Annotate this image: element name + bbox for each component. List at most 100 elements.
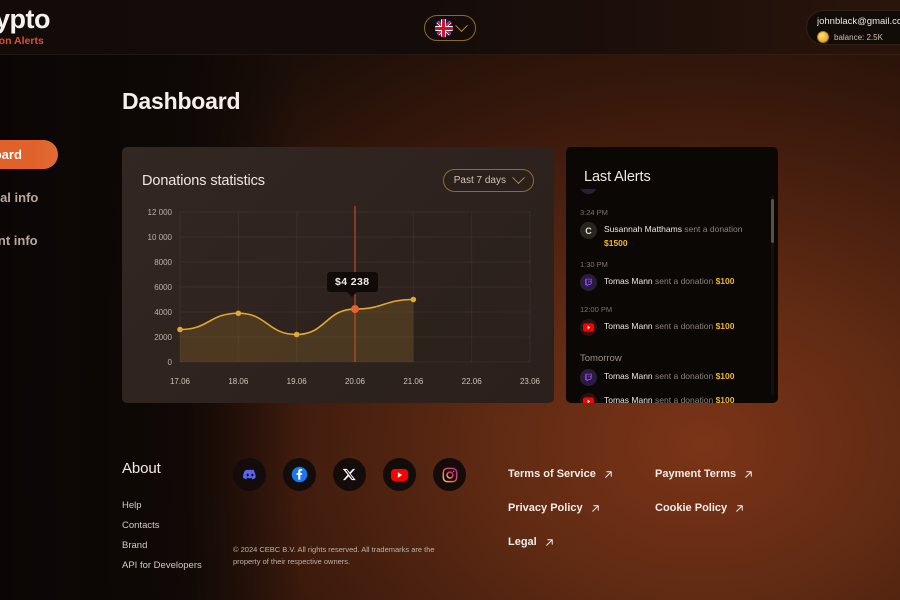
- alert-amount: $100: [716, 276, 735, 286]
- alert-donor-name: Tomas Mann: [604, 321, 653, 331]
- last-alerts-card: Last Alerts Tomas Mann sent a donation $…: [566, 147, 778, 403]
- social-link-x[interactable]: [333, 458, 366, 491]
- arrow-up-right-icon: [603, 469, 614, 480]
- donations-line-chart[interactable]: 12 00010 00080006000400020000 17.0618.06…: [122, 204, 554, 403]
- svg-text:20.06: 20.06: [345, 377, 366, 386]
- brand-logo-tagline: Donation Alerts: [0, 36, 50, 47]
- alert-item[interactable]: Tomas Mann sent a donation $100: [580, 273, 766, 295]
- dashboard-page: Crypto Donation Alerts johnblack@gmail.c…: [0, 0, 900, 600]
- legal-links-column-1: Terms of Service Privacy Policy Legal: [508, 468, 614, 570]
- alert-donor-name: Tomas Mann: [604, 395, 653, 403]
- legal-link-label: Legal: [508, 536, 537, 548]
- social-link-facebook[interactable]: [283, 458, 316, 491]
- social-link-instagram[interactable]: [433, 458, 466, 491]
- svg-text:8000: 8000: [154, 258, 172, 267]
- social-link-youtube[interactable]: [383, 458, 416, 491]
- svg-text:4000: 4000: [154, 308, 172, 317]
- legal-link-label: Terms of Service: [508, 468, 596, 480]
- alert-text: Tomas Mann sent a donation $100: [604, 273, 734, 288]
- copyright-text: © 2024 CEBC B.V. All rights reserved. Al…: [233, 544, 448, 568]
- alert-donor-name: Tomas Mann: [604, 371, 653, 381]
- alert-text: Susannah Matthams sent a donation $1500: [604, 221, 742, 250]
- alert-text: Tomas Mann sent a donation $100: [604, 392, 734, 403]
- chart-point[interactable]: [294, 332, 300, 338]
- alert-timestamp: 12:00 PM: [580, 305, 766, 314]
- alerts-scroll-area[interactable]: Tomas Mann sent a donation $100 3:24 PM CS…: [566, 189, 778, 403]
- coin-icon: [817, 31, 829, 43]
- alert-item[interactable]: Tomas Mann sent a donation $100: [580, 318, 766, 340]
- svg-text:12 000: 12 000: [148, 208, 173, 217]
- brand-logo[interactable]: Crypto Donation Alerts: [0, 6, 50, 47]
- alert-item[interactable]: Tomas Mann sent a donation $100: [580, 189, 766, 198]
- user-email: johnblack@gmail.com: [817, 16, 900, 28]
- youtube-icon: [580, 319, 597, 336]
- alert-donor-name: Tomas Mann: [604, 276, 653, 286]
- about-link[interactable]: API for Developers: [122, 560, 202, 571]
- top-bar: Crypto Donation Alerts johnblack@gmail.c…: [0, 0, 900, 55]
- alerts-scrollbar-thumb[interactable]: [771, 199, 774, 243]
- legal-link[interactable]: Privacy Policy: [508, 502, 614, 514]
- arrow-up-right-icon: [734, 503, 745, 514]
- about-link[interactable]: Help: [122, 500, 202, 511]
- alert-amount: $100: [716, 321, 735, 331]
- page-title: Dashboard: [122, 88, 240, 115]
- about-link-list: Help Contacts Brand API for Developers: [122, 500, 202, 580]
- sidebar-item-label: Dashboard: [0, 147, 22, 162]
- twitch-icon: [580, 369, 597, 386]
- legal-link[interactable]: Legal: [508, 536, 614, 548]
- svg-text:6000: 6000: [154, 283, 172, 292]
- alert-item[interactable]: Tomas Mann sent a donation $100: [580, 368, 766, 390]
- svg-text:21.06: 21.06: [403, 377, 424, 386]
- chevron-down-icon: [512, 171, 525, 184]
- sidebar: Dashboard Personal info Payment info Ale…: [0, 55, 98, 600]
- sidebar-item-label: Payment info: [0, 233, 38, 248]
- last-alerts-title: Last Alerts: [566, 147, 778, 185]
- alert-donor-name: Susannah Matthams: [604, 224, 682, 234]
- legal-link[interactable]: Terms of Service: [508, 468, 614, 480]
- social-link-discord[interactable]: [233, 458, 266, 491]
- date-range-label: Past 7 days: [454, 175, 506, 186]
- sidebar-item-payment-info[interactable]: Payment info: [0, 225, 98, 255]
- alerts-day-divider: Tomorrow: [580, 353, 766, 364]
- about-link[interactable]: Contacts: [122, 520, 202, 531]
- alert-action: sent a donation: [655, 276, 713, 286]
- legal-link[interactable]: Payment Terms: [655, 468, 754, 480]
- alert-text: Tomas Mann sent a donation $100: [604, 368, 734, 383]
- svg-text:23.06: 23.06: [520, 377, 541, 386]
- chart-point[interactable]: [236, 310, 242, 316]
- social-links: [233, 458, 466, 491]
- alert-item[interactable]: Tomas Mann sent a donation $100: [580, 392, 766, 403]
- twitch-icon: [580, 274, 597, 291]
- user-account-pill[interactable]: johnblack@gmail.com balance: 2.5K: [806, 10, 900, 45]
- alert-timestamp: 3:24 PM: [580, 208, 766, 217]
- date-range-dropdown[interactable]: Past 7 days: [443, 169, 534, 192]
- chart-title: Donations statistics: [142, 173, 265, 189]
- chart-point[interactable]: [177, 327, 183, 333]
- alert-action: sent a donation: [655, 321, 713, 331]
- sidebar-item-label: Personal info: [0, 190, 38, 205]
- svg-text:10 000: 10 000: [148, 233, 173, 242]
- arrow-up-right-icon: [590, 503, 601, 514]
- alert-amount: $100: [716, 395, 735, 403]
- legal-link-label: Cookie Policy: [655, 502, 727, 514]
- legal-link[interactable]: Cookie Policy: [655, 502, 754, 514]
- svg-text:0: 0: [168, 358, 173, 367]
- sidebar-item-alerts[interactable]: Alerts: [0, 268, 98, 298]
- user-balance: balance: 2.5K: [817, 31, 900, 43]
- twitch-icon: [580, 189, 597, 194]
- sidebar-item-personal-info[interactable]: Personal info: [0, 182, 98, 212]
- alert-action: sent a donation: [684, 224, 742, 234]
- sidebar-item-dashboard[interactable]: Dashboard: [0, 140, 58, 169]
- letter-c-icon: C: [580, 222, 597, 239]
- svg-text:22.06: 22.06: [462, 377, 483, 386]
- arrow-up-right-icon: [544, 537, 555, 548]
- about-link[interactable]: Brand: [122, 540, 202, 551]
- language-selector[interactable]: [424, 15, 476, 41]
- arrow-up-right-icon: [743, 469, 754, 480]
- chart-point[interactable]: [411, 297, 417, 303]
- alert-item[interactable]: C Susannah Matthams sent a donation $1500: [580, 221, 766, 250]
- alert-amount: $1500: [604, 237, 742, 250]
- chart-point-highlighted[interactable]: [351, 305, 359, 313]
- svg-text:19.06: 19.06: [287, 377, 308, 386]
- chart-tooltip: $4 238: [327, 272, 378, 292]
